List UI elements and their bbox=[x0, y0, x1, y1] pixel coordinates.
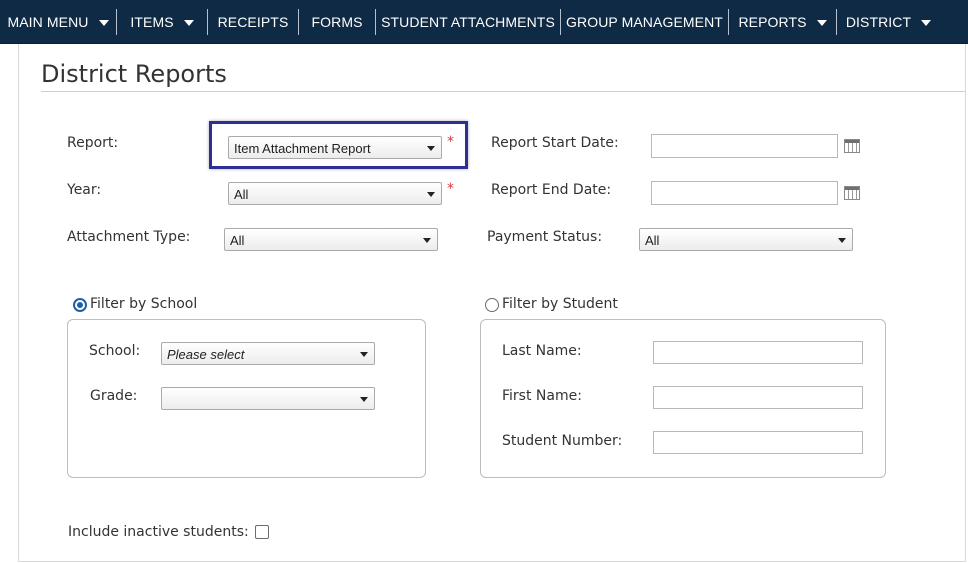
report-label: Report: bbox=[67, 135, 119, 151]
nav-reports-label: REPORTS bbox=[738, 13, 807, 30]
report-start-date-label: Report Start Date: bbox=[491, 135, 619, 151]
include-inactive-checkbox[interactable] bbox=[255, 525, 269, 539]
report-end-date-input[interactable] bbox=[651, 181, 838, 205]
chevron-down-icon bbox=[98, 19, 109, 26]
include-inactive-label: Include inactive students: bbox=[68, 524, 249, 540]
nav-items[interactable]: ITEMS bbox=[117, 0, 207, 44]
attachment-type-select[interactable]: All bbox=[224, 228, 438, 251]
first-name-label: First Name: bbox=[502, 388, 582, 404]
report-start-date-input[interactable] bbox=[651, 134, 838, 158]
payment-status-select[interactable]: All bbox=[639, 228, 853, 251]
school-select[interactable]: Please select bbox=[161, 342, 375, 365]
year-select-value: All bbox=[234, 187, 249, 202]
nav-forms-label: FORMS bbox=[311, 13, 363, 30]
chevron-down-icon bbox=[360, 397, 368, 402]
top-navigation: MAIN MENU ITEMS RECEIPTS FORMS STUDENT A… bbox=[0, 0, 968, 44]
nav-group-management-label: GROUP MANAGEMENT bbox=[566, 13, 723, 30]
attachment-type-select-value: All bbox=[230, 233, 245, 248]
nav-student-attachments[interactable]: STUDENT ATTACHMENTS bbox=[376, 0, 560, 44]
report-select[interactable]: Item Attachment Report bbox=[228, 136, 442, 159]
last-name-label: Last Name: bbox=[502, 343, 582, 359]
payment-status-select-value: All bbox=[645, 233, 660, 248]
chevron-down-icon bbox=[816, 19, 827, 26]
calendar-icon[interactable] bbox=[844, 186, 860, 200]
grade-label: Grade: bbox=[90, 388, 138, 404]
chevron-down-icon bbox=[427, 192, 435, 197]
title-divider bbox=[41, 91, 965, 92]
grade-select[interactable] bbox=[161, 387, 375, 410]
nav-reports[interactable]: REPORTS bbox=[729, 0, 836, 44]
student-number-label: Student Number: bbox=[502, 433, 623, 449]
attachment-type-label: Attachment Type: bbox=[67, 229, 191, 245]
nav-student-attachments-label: STUDENT ATTACHMENTS bbox=[381, 13, 555, 30]
school-label: School: bbox=[89, 343, 141, 359]
first-name-input[interactable] bbox=[653, 386, 863, 409]
year-required-mark: * bbox=[447, 181, 454, 197]
school-select-value: Please select bbox=[167, 347, 245, 362]
chevron-down-icon bbox=[360, 352, 368, 357]
nav-group-management[interactable]: GROUP MANAGEMENT bbox=[561, 0, 728, 44]
filter-by-student-label: Filter by Student bbox=[502, 296, 618, 312]
nav-main-menu[interactable]: MAIN MENU bbox=[0, 0, 116, 44]
nav-district-label: DISTRICT bbox=[845, 13, 912, 30]
calendar-icon[interactable] bbox=[844, 139, 860, 153]
chevron-down-icon bbox=[921, 19, 932, 26]
filter-by-school-label: Filter by School bbox=[90, 296, 198, 312]
report-end-date-label: Report End Date: bbox=[491, 182, 612, 198]
nav-district[interactable]: DISTRICT bbox=[837, 0, 940, 44]
chevron-down-icon bbox=[838, 238, 846, 243]
nav-main-menu-label: MAIN MENU bbox=[7, 13, 89, 30]
report-select-value: Item Attachment Report bbox=[234, 141, 371, 156]
chevron-down-icon bbox=[183, 19, 194, 26]
year-select[interactable]: All bbox=[228, 182, 442, 205]
payment-status-label: Payment Status: bbox=[487, 229, 603, 245]
student-number-input[interactable] bbox=[653, 431, 863, 454]
last-name-input[interactable] bbox=[653, 341, 863, 364]
nav-forms[interactable]: FORMS bbox=[299, 0, 375, 44]
chevron-down-icon bbox=[423, 238, 431, 243]
nav-receipts-label: RECEIPTS bbox=[217, 13, 289, 30]
year-label: Year: bbox=[67, 182, 102, 198]
chevron-down-icon bbox=[427, 146, 435, 151]
nav-items-label: ITEMS bbox=[130, 13, 174, 30]
report-required-mark: * bbox=[447, 134, 454, 150]
filter-by-student-radio[interactable] bbox=[485, 298, 499, 312]
nav-receipts[interactable]: RECEIPTS bbox=[208, 0, 298, 44]
page-title: District Reports bbox=[41, 60, 227, 88]
filter-by-school-radio[interactable] bbox=[73, 298, 87, 312]
